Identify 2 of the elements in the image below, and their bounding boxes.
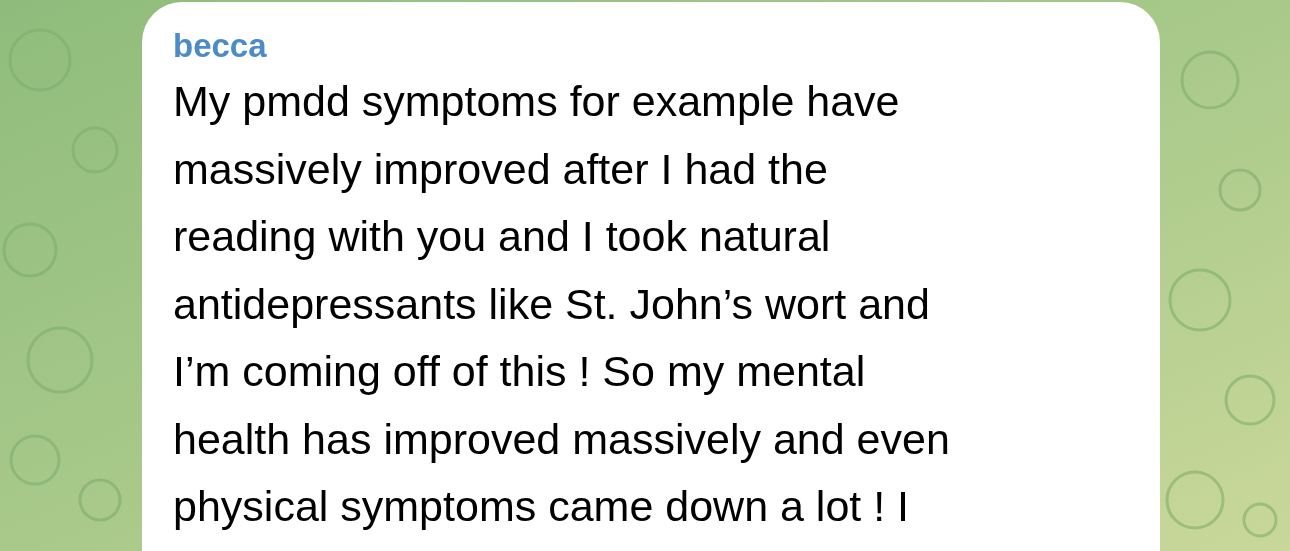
sender-name: becca [173,26,267,66]
message-text: My pmdd symptoms for example have massively improved after I had the reading with you and I took natural antidepressants like St. John’s wort and I’m coming off of this ! So my mental health has improved massively and even physical symptoms came down a lot ! I [173,76,950,532]
